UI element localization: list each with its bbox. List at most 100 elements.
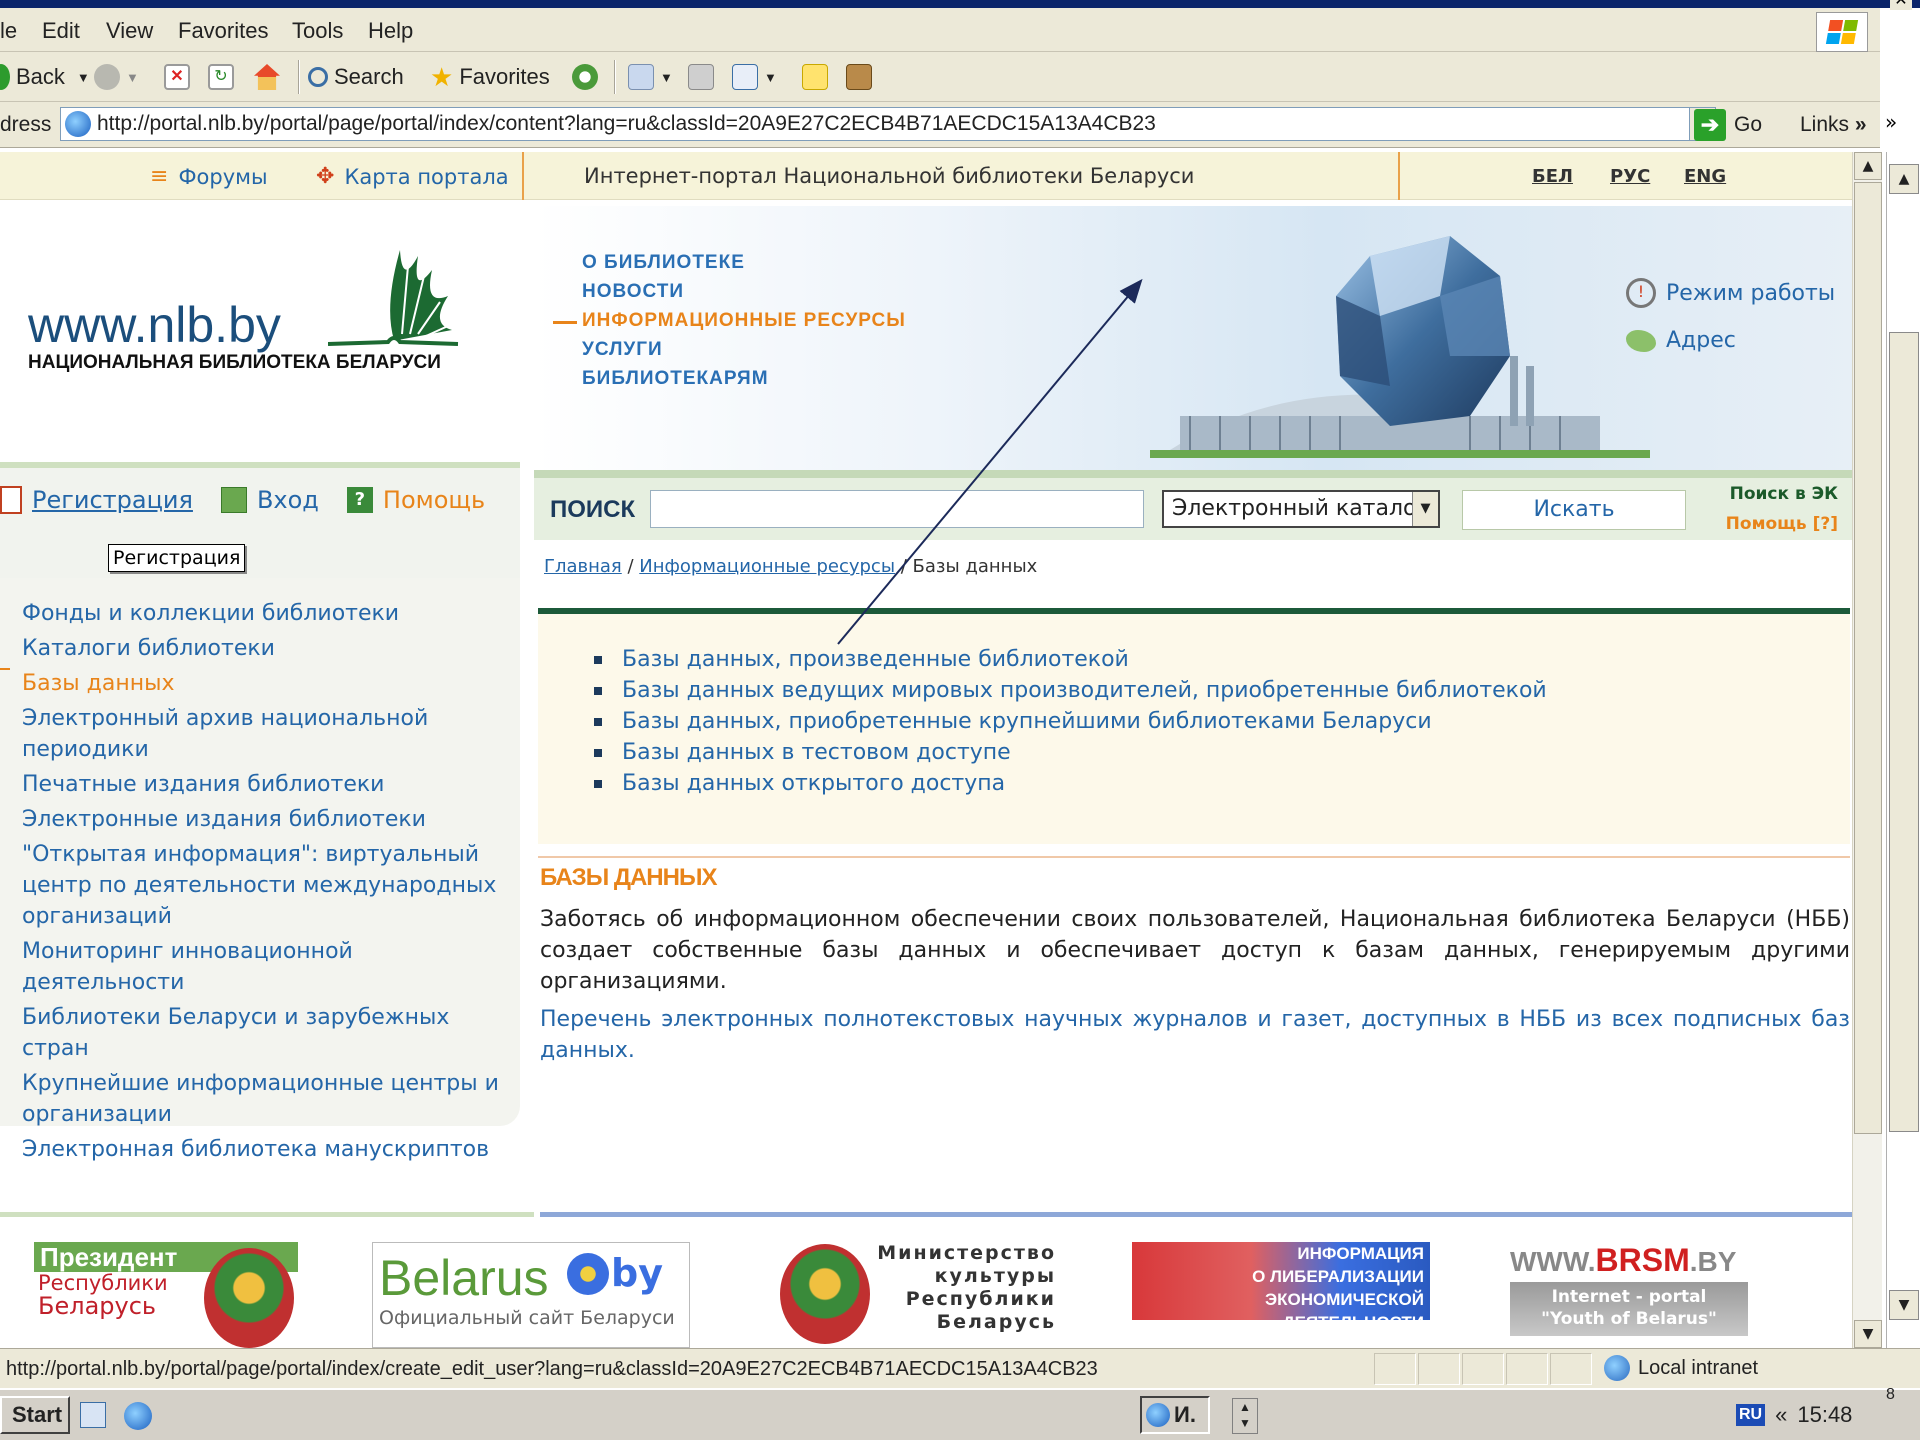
edit-button[interactable]: ▼ (732, 60, 777, 94)
search-submit-button[interactable]: Искать (1462, 490, 1686, 530)
toolbar-overflow-chevron[interactable]: » (1885, 110, 1897, 134)
catalog-search-link[interactable]: Поиск в ЭК (1718, 484, 1838, 504)
menu-favorites[interactable]: Favorites (178, 18, 268, 44)
refresh-button[interactable]: ↻ (208, 60, 234, 94)
forward-dropdown-icon[interactable]: ▼ (126, 70, 139, 85)
media-button[interactable] (572, 60, 598, 94)
db-link-open-access[interactable]: Базы данных открытого доступа (594, 768, 1547, 799)
sidebar-item-libraries[interactable]: Библиотеки Беларуси и зарубежных стран (22, 1002, 512, 1064)
edit-dropdown-icon[interactable]: ▼ (764, 70, 777, 85)
lang-bel-link[interactable]: БЕЛ (1532, 166, 1573, 187)
note-icon (802, 64, 828, 90)
db-link-world[interactable]: Базы данных ведущих мировых производител… (594, 675, 1547, 706)
tooltip: Регистрация (108, 544, 246, 572)
research-button[interactable] (846, 60, 872, 94)
sidebar-item-print-editions[interactable]: Печатные издания библиотеки (22, 769, 512, 800)
scrollbar-thumb[interactable] (1854, 182, 1882, 1134)
lang-eng-link[interactable]: ENG (1684, 166, 1726, 187)
sidebar-item-e-editions[interactable]: Электронные издания библиотеки (22, 804, 512, 835)
register-link[interactable]: Регистрация (0, 486, 193, 514)
forward-button[interactable]: ▼ (94, 60, 139, 94)
db-link-own[interactable]: Базы данных, произведенные библиотекой (594, 644, 1547, 675)
sidebar-item-catalogs[interactable]: Каталоги библиотеки (22, 633, 512, 664)
catalog-help-link[interactable]: Помощь [?] (1718, 514, 1838, 534)
clock-icon: ! (1626, 278, 1656, 308)
menu-info-resources[interactable]: ИНФОРМАЦИОННЫЕ РЕСУРСЫ (553, 310, 906, 339)
liberalization-banner[interactable]: ИНФОРМАЦИЯ О ЛИБЕРАЛИЗАЦИИ ЭКОНОМИЧЕСКОЙ… (1132, 1242, 1430, 1332)
quick-launch-ie-icon[interactable] (124, 1402, 152, 1430)
sidebar-item-innovation[interactable]: Мониторинг инновационной деятельности (22, 936, 512, 998)
print-button[interactable] (688, 60, 714, 94)
quick-launch-desktop-icon[interactable] (80, 1402, 106, 1428)
work-hours-link[interactable]: ! Режим работы (1626, 278, 1835, 308)
menu-about[interactable]: О БИБЛИОТЕКЕ (582, 252, 906, 281)
chevron-down-icon[interactable]: ▼ (1412, 492, 1438, 526)
tray-expand-button[interactable]: « (1775, 1402, 1787, 1428)
back-button[interactable]: Back ▼ (0, 60, 90, 94)
scrollbar-thumb[interactable] (1889, 332, 1919, 1132)
brsm-banner[interactable]: WWW.BRSM.BY Internet - portal "Youth of … (1510, 1242, 1748, 1342)
forums-link[interactable]: ≡ Форумы (150, 164, 268, 189)
menu-bar: le Edit View Favorites Tools Help (0, 8, 1880, 52)
lang-rus-link[interactable]: РУС (1610, 166, 1650, 187)
go-arrow-icon: ➔ (1694, 109, 1726, 141)
db-link-test-access[interactable]: Базы данных в тестовом доступе (594, 737, 1547, 768)
search-button[interactable]: Search (308, 60, 404, 94)
menu-news[interactable]: НОВОСТИ (582, 281, 906, 310)
sidebar-item-info-centers[interactable]: Крупнейшие информационные центры и орган… (22, 1068, 512, 1130)
menu-help[interactable]: Help (368, 18, 413, 44)
scroll-up-icon[interactable]: ▲ (1889, 164, 1919, 194)
address-link[interactable]: Адрес (1626, 328, 1736, 353)
taskbar-window-button[interactable]: И. (1140, 1396, 1210, 1434)
language-indicator[interactable]: RU (1736, 1404, 1766, 1426)
scroll-down-icon[interactable]: ▼ (1854, 1320, 1882, 1348)
divider (522, 152, 524, 200)
help-link[interactable]: ? Помощь (346, 486, 485, 514)
sidebar-item-periodicals-archive[interactable]: Электронный архив национальной периодики (22, 703, 512, 765)
outer-scrollbar[interactable]: ▲ ▼ (1886, 152, 1920, 1348)
back-dropdown-icon[interactable]: ▼ (77, 70, 90, 85)
ministry-culture-banner[interactable]: Министерство культуры Республики Беларус… (780, 1242, 1060, 1348)
menu-view[interactable]: View (106, 18, 153, 44)
scroll-down-icon[interactable]: ▼ (1889, 1290, 1919, 1320)
sidebar-item-open-info[interactable]: "Открытая информация": виртуальный центр… (22, 839, 512, 932)
web-page: ≡ Форумы ✥ Карта портала Интернет-портал… (0, 152, 1852, 1348)
breadcrumb-home[interactable]: Главная (544, 556, 622, 577)
president-banner[interactable]: Президент Республики Беларусь (34, 1242, 298, 1348)
search-input[interactable] (650, 490, 1144, 528)
address-url[interactable]: http://portal.nlb.by/portal/page/portal/… (97, 112, 1156, 136)
mail-dropdown-icon[interactable]: ▼ (660, 70, 673, 85)
menu-tools[interactable]: Tools (292, 18, 343, 44)
sidebar-item-manuscripts[interactable]: Электронная библиотека манускриптов (22, 1134, 512, 1165)
login-link[interactable]: Вход (220, 486, 319, 514)
menu-services[interactable]: УСЛУГИ (582, 339, 906, 368)
home-button[interactable] (254, 60, 280, 94)
belarus-official-banner[interactable]: Belarus by Официальный сайт Беларуси (372, 1242, 690, 1348)
go-button[interactable]: ➔ Go (1694, 109, 1762, 141)
menu-librarians[interactable]: БИБЛИОТЕКАРЯМ (582, 368, 906, 397)
page-scrollbar[interactable]: ▲ ▼ (1852, 152, 1882, 1348)
menu-edit[interactable]: Edit (42, 18, 80, 44)
edit-page-icon (732, 64, 758, 90)
site-logo-text[interactable]: www.nlb.by (28, 296, 281, 354)
sitemap-link[interactable]: ✥ Карта портала (316, 164, 509, 189)
divider (0, 1212, 534, 1217)
favorites-button[interactable]: ★ Favorites (430, 60, 550, 94)
links-button[interactable]: Links » (1800, 113, 1867, 137)
stop-button[interactable]: ✕ (164, 60, 190, 94)
journals-list-link[interactable]: Перечень электронных полнотекстовых науч… (540, 1004, 1850, 1066)
address-input[interactable]: http://portal.nlb.by/portal/page/portal/… (60, 107, 1716, 141)
scroll-up-icon[interactable]: ▲ (1854, 152, 1882, 180)
search-scope-select[interactable]: Электронный каталог ▼ (1162, 490, 1440, 528)
discuss-button[interactable] (802, 60, 828, 94)
breadcrumb-resources[interactable]: Информационные ресурсы (639, 556, 895, 577)
db-link-largest-libraries[interactable]: Базы данных, приобретенные крупнейшими б… (594, 706, 1547, 737)
sidebar-item-databases[interactable]: Базы данных (0, 668, 512, 699)
start-button[interactable]: Start (0, 1396, 71, 1434)
mail-button[interactable]: ▼ (628, 60, 673, 94)
help-icon: ? (346, 487, 373, 513)
close-window-button[interactable]: ✕ (1890, 0, 1912, 10)
menu-file[interactable]: le (0, 18, 17, 44)
sidebar-item-collections[interactable]: Фонды и коллекции библиотеки (22, 598, 512, 629)
taskbar-scroll-buttons[interactable]: ▲ ▼ (1232, 1398, 1258, 1434)
